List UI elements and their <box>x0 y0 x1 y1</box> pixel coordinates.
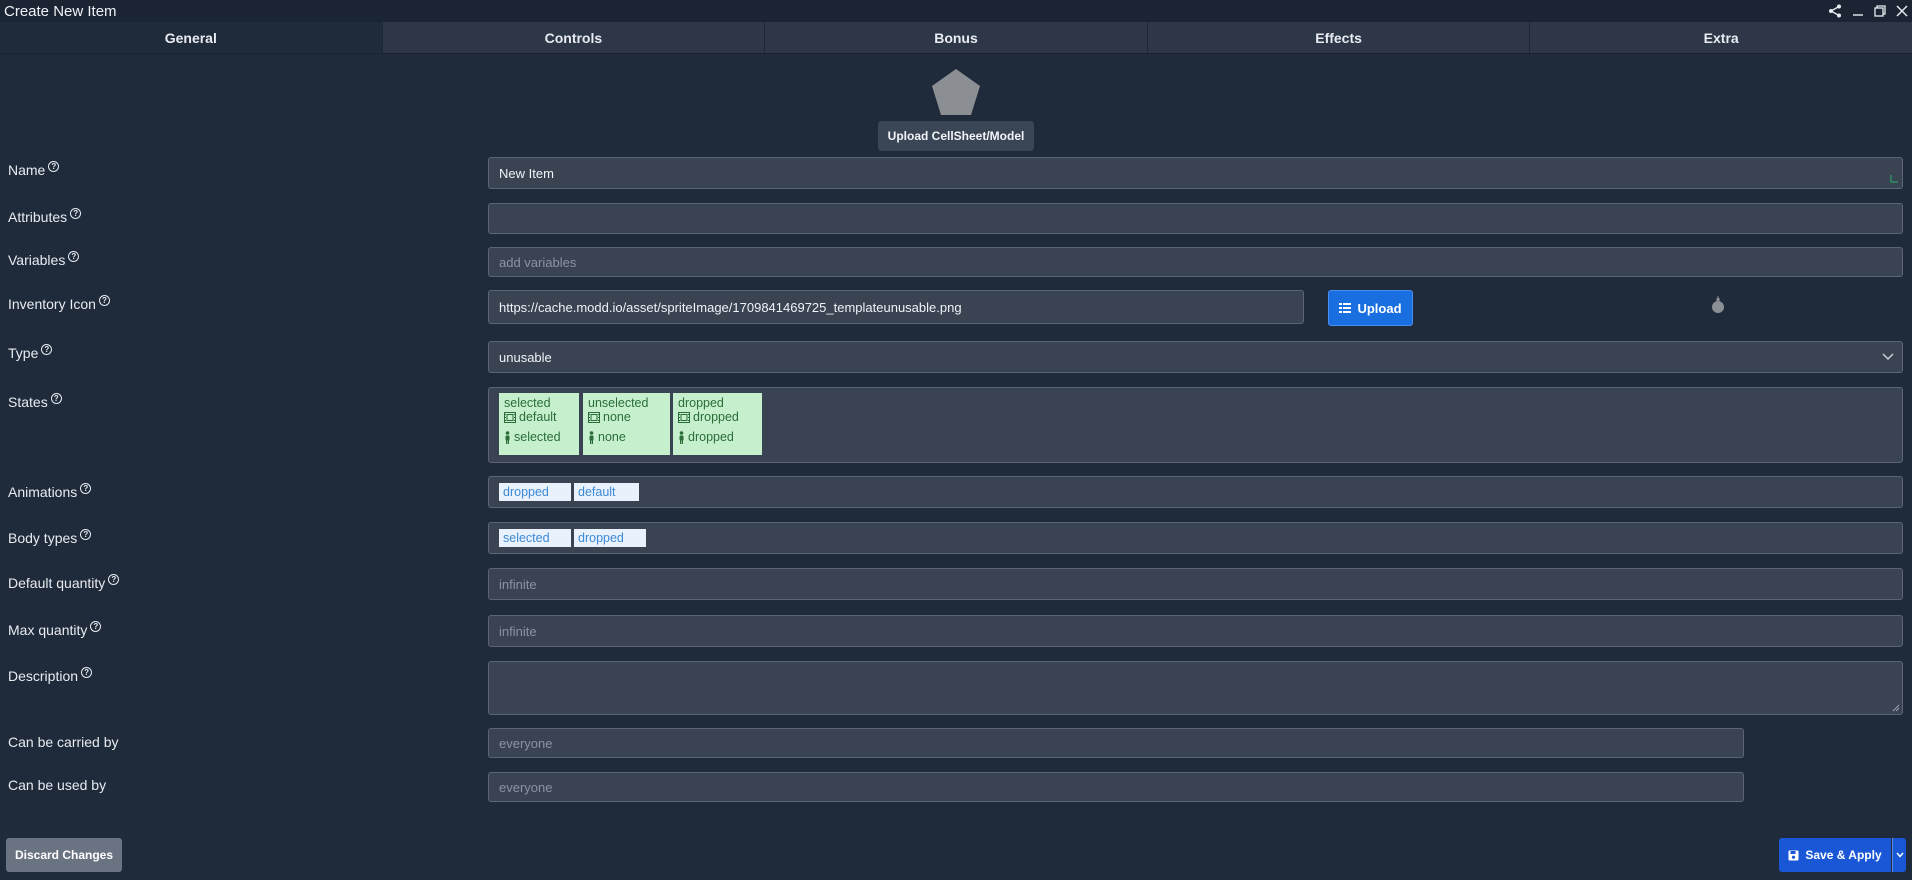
animations-label: Animations? <box>8 482 92 500</box>
film-icon <box>504 411 516 423</box>
type-label: Type? <box>8 343 53 361</box>
states-label: States? <box>8 392 62 410</box>
help-icon[interactable]: ? <box>98 294 110 306</box>
grid-icon <box>1339 303 1352 313</box>
window-title: Create New Item <box>4 2 117 20</box>
help-icon[interactable]: ? <box>81 666 93 678</box>
attributes-label: Attributes? <box>8 207 82 225</box>
type-select[interactable]: unusable <box>488 341 1903 373</box>
state-name: dropped <box>678 396 724 410</box>
help-icon[interactable]: ? <box>48 160 60 172</box>
share-icon[interactable] <box>1828 4 1842 18</box>
state-card-dropped[interactable]: dropped dropped dropped <box>673 393 762 455</box>
state-name: selected <box>504 396 551 410</box>
discard-changes-button[interactable]: Discard Changes <box>6 838 122 872</box>
window-titlebar: Create New Item <box>0 0 1912 22</box>
animation-tag[interactable]: dropped <box>499 483 571 501</box>
help-icon[interactable]: ? <box>50 392 62 404</box>
state-animation: default <box>519 410 557 424</box>
used-by-label: Can be used by <box>8 777 107 793</box>
animations-tags: dropped default <box>488 476 1903 508</box>
help-icon[interactable]: ? <box>80 528 92 540</box>
resize-handle-icon[interactable] <box>1892 704 1900 712</box>
chevron-down-icon <box>1895 852 1904 858</box>
minimize-icon[interactable] <box>1852 5 1864 17</box>
name-label: Name? <box>8 160 60 178</box>
states-container: selected default selected unselected non… <box>488 387 1903 463</box>
inventory-icon-upload-button[interactable]: Upload <box>1328 290 1413 326</box>
save-icon <box>1788 850 1799 860</box>
body-types-label: Body types? <box>8 528 92 546</box>
body-icon <box>505 430 510 444</box>
state-animation: none <box>603 410 631 424</box>
state-body: dropped <box>688 430 734 444</box>
variables-input[interactable]: add variables <box>488 247 1903 277</box>
pentagon-icon <box>932 69 980 115</box>
state-animation: dropped <box>693 410 739 424</box>
state-card-selected[interactable]: selected default selected <box>499 393 579 455</box>
state-body: none <box>598 430 626 444</box>
body-type-tag[interactable]: selected <box>499 529 571 547</box>
tab-controls[interactable]: Controls <box>383 22 766 53</box>
tab-general[interactable]: General <box>0 22 383 53</box>
help-icon[interactable]: ? <box>108 573 120 585</box>
inventory-icon-url-input[interactable]: https://cache.modd.io/asset/spriteImage/… <box>488 290 1304 324</box>
tab-bar: General Controls Bonus Effects Extra <box>0 22 1912 54</box>
chevron-down-icon <box>1882 353 1894 361</box>
carried-by-label: Can be carried by <box>8 734 119 750</box>
window-controls <box>1828 0 1908 22</box>
animation-tag[interactable]: default <box>574 483 639 501</box>
save-apply-button[interactable]: Save & Apply <box>1779 838 1891 872</box>
body-type-tag[interactable]: dropped <box>574 529 646 547</box>
attributes-input[interactable] <box>488 203 1903 234</box>
variables-label: Variables? <box>8 250 80 268</box>
help-icon[interactable]: ? <box>68 250 80 262</box>
upload-model-button[interactable]: Upload CellSheet/Model <box>878 121 1034 151</box>
film-icon <box>678 411 690 423</box>
max-quantity-label: Max quantity? <box>8 620 102 638</box>
edit-indicator-icon <box>1890 175 1898 183</box>
restore-icon[interactable] <box>1874 5 1886 17</box>
state-card-unselected[interactable]: unselected none none <box>583 393 670 455</box>
help-icon[interactable]: ? <box>90 620 102 632</box>
state-body: selected <box>514 430 561 444</box>
film-icon <box>588 411 600 423</box>
body-types-tags: selected dropped <box>488 522 1903 554</box>
help-icon[interactable]: ? <box>41 343 53 355</box>
name-input[interactable]: New Item <box>488 157 1903 189</box>
description-label: Description? <box>8 666 93 684</box>
carried-by-input[interactable]: everyone <box>488 728 1744 758</box>
inventory-icon-label: Inventory Icon? <box>8 294 110 312</box>
close-icon[interactable] <box>1896 5 1908 17</box>
max-quantity-input[interactable]: infinite <box>488 615 1903 647</box>
body-icon <box>679 430 684 444</box>
tab-bonus[interactable]: Bonus <box>765 22 1148 53</box>
tab-effects[interactable]: Effects <box>1148 22 1531 53</box>
used-by-input[interactable]: everyone <box>488 772 1744 802</box>
default-quantity-input[interactable]: infinite <box>488 568 1903 600</box>
help-icon[interactable]: ? <box>70 207 82 219</box>
description-textarea[interactable] <box>488 661 1903 715</box>
help-icon[interactable]: ? <box>80 482 92 494</box>
save-options-dropdown[interactable] <box>1892 838 1906 872</box>
body-icon <box>589 430 594 444</box>
state-name: unselected <box>588 396 649 410</box>
default-quantity-label: Default quantity? <box>8 573 120 591</box>
bomb-icon <box>1712 296 1724 313</box>
tab-extra[interactable]: Extra <box>1530 22 1912 53</box>
